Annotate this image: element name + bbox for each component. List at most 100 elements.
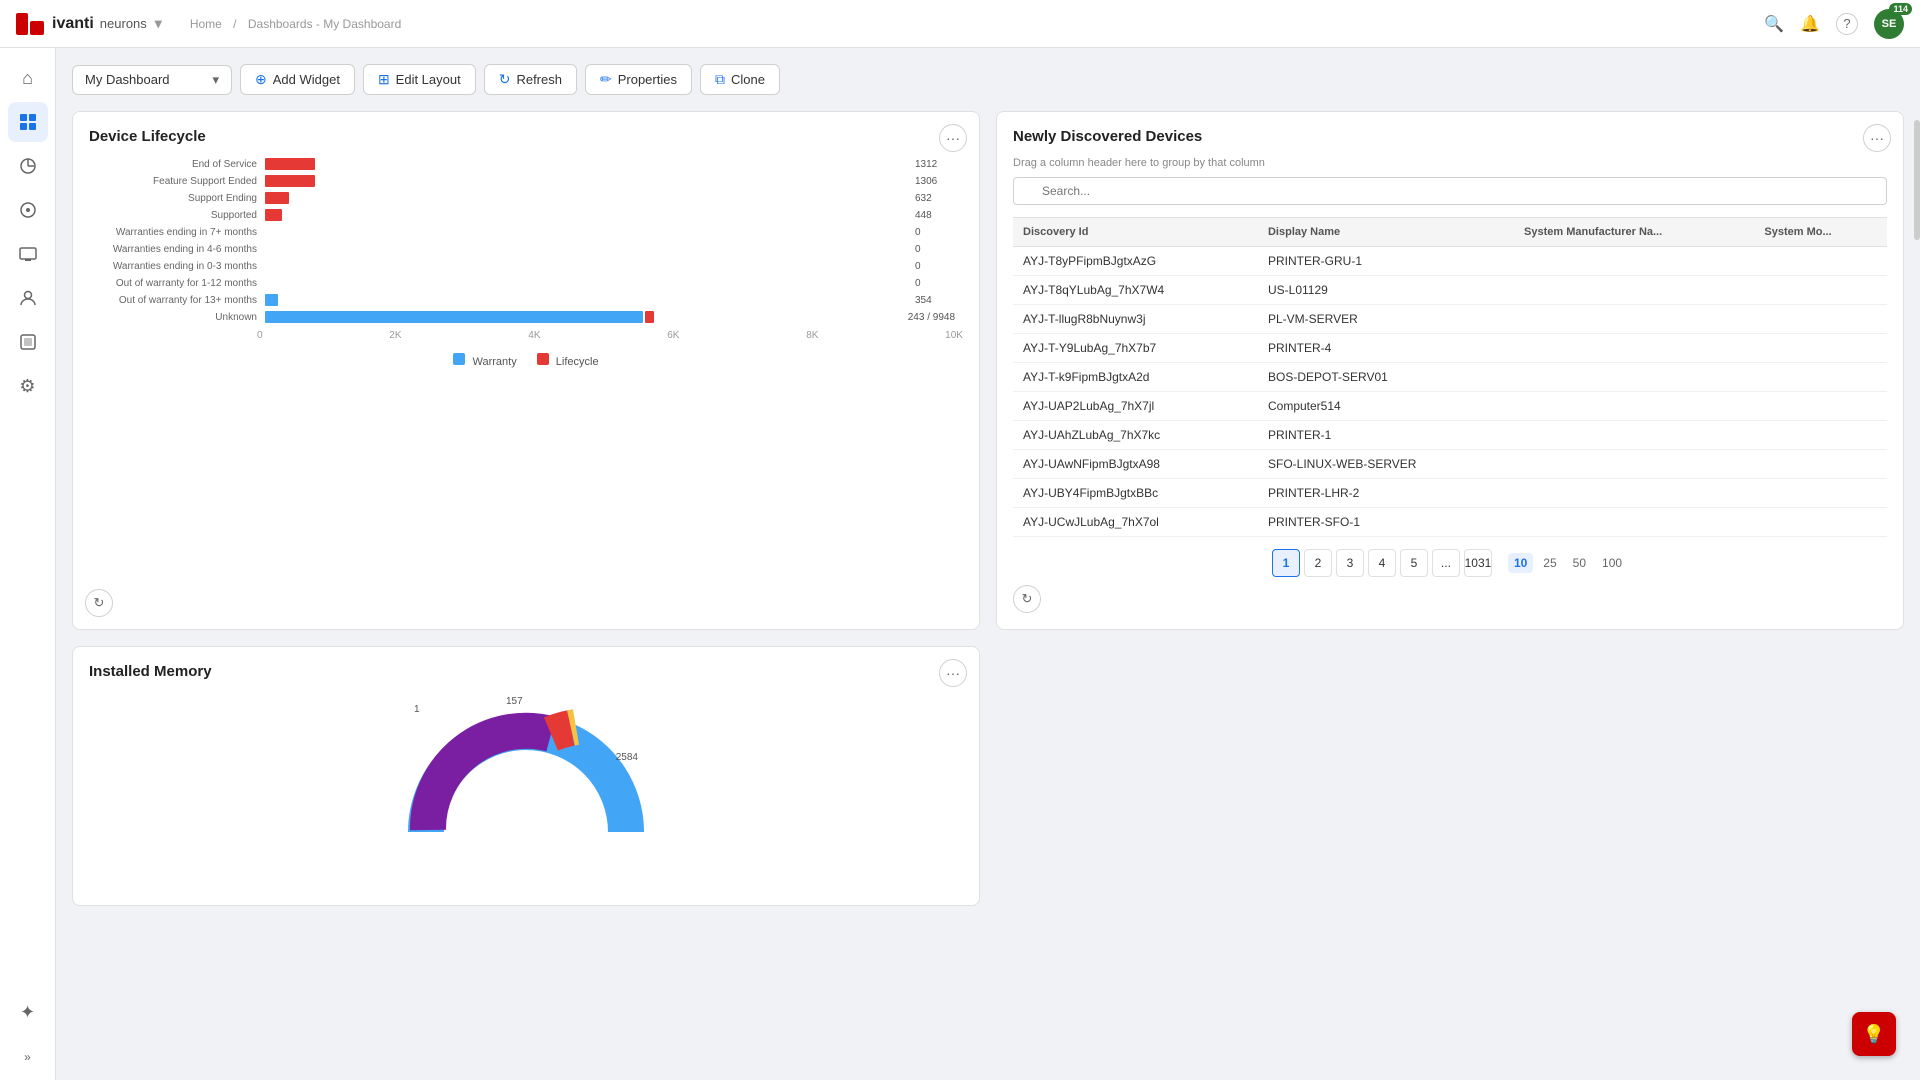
table-row[interactable]: AYJ-T8yPFipmBJgtxAzGPRINTER-GRU-1 bbox=[1013, 247, 1887, 276]
chart-row: Supported448 bbox=[97, 208, 955, 222]
sidebar-expand-button[interactable]: » bbox=[16, 1042, 39, 1072]
help-button[interactable]: 💡 bbox=[1852, 1012, 1896, 1056]
nav-right: 🔍 🔔 ? 114 SE bbox=[1764, 9, 1904, 39]
chart-row: Out of warranty for 1-12 months0 bbox=[97, 276, 955, 290]
breadcrumb-current: Dashboards - My Dashboard bbox=[248, 17, 401, 31]
page-size-buttons: 102550100 bbox=[1508, 553, 1628, 573]
help-icon[interactable]: ? bbox=[1836, 13, 1858, 35]
page-button[interactable]: 2 bbox=[1304, 549, 1332, 577]
sidebar-item-discovery[interactable] bbox=[8, 190, 48, 230]
edit-layout-button[interactable]: ⊞ Edit Layout bbox=[363, 64, 476, 95]
edit-layout-label: Edit Layout bbox=[396, 72, 461, 87]
col-sys-mfr[interactable]: System Manufacturer Na... bbox=[1514, 218, 1754, 247]
sidebar-item-settings2[interactable]: ⚙ bbox=[8, 366, 48, 406]
add-widget-label: Add Widget bbox=[273, 72, 340, 87]
sidebar-item-dashboard[interactable] bbox=[8, 102, 48, 142]
bell-icon[interactable]: 🔔 bbox=[1800, 14, 1820, 34]
chart-row: Warranties ending in 4-6 months0 bbox=[97, 242, 955, 256]
search-wrap: 🔍 bbox=[1013, 177, 1887, 205]
avatar[interactable]: 114 SE bbox=[1874, 9, 1904, 39]
main-content: My Dashboard ▾ ⊕ Add Widget ⊞ Edit Layou… bbox=[56, 48, 1920, 1080]
device-lifecycle-menu-button[interactable]: ··· bbox=[939, 124, 967, 152]
page-button[interactable]: 5 bbox=[1400, 549, 1428, 577]
breadcrumb-sep: / bbox=[233, 17, 236, 31]
col-display-name[interactable]: Display Name bbox=[1258, 218, 1514, 247]
clone-label: Clone bbox=[731, 72, 765, 87]
search-icon[interactable]: 🔍 bbox=[1764, 14, 1784, 34]
page-size-btn[interactable]: 10 bbox=[1508, 553, 1533, 573]
logo-subtext: neurons bbox=[100, 16, 147, 31]
donut-label-2584: 2584 bbox=[616, 752, 638, 763]
properties-label: Properties bbox=[618, 72, 677, 87]
legend-warranty: Warranty bbox=[453, 353, 516, 368]
device-search-input[interactable] bbox=[1013, 177, 1887, 205]
chart-row: Unknown243 / 9948 bbox=[97, 310, 955, 324]
installed-memory-title: Installed Memory bbox=[89, 663, 963, 680]
page-button[interactable]: 1031 bbox=[1464, 549, 1492, 577]
chart-row: Support Ending632 bbox=[97, 191, 955, 205]
device-lifecycle-title: Device Lifecycle bbox=[89, 128, 963, 145]
donut-chart-svg bbox=[406, 692, 646, 872]
sidebar-item-groups[interactable]: ✦ bbox=[8, 992, 48, 1032]
newly-discovered-widget: Newly Discovered Devices ··· Drag a colu… bbox=[996, 111, 1904, 630]
chart-row: Warranties ending in 7+ months0 bbox=[97, 225, 955, 239]
add-icon: ⊕ bbox=[255, 71, 267, 88]
table-row[interactable]: AYJ-UAP2LubAg_7hX7jlComputer514 bbox=[1013, 392, 1887, 421]
properties-icon: ✏ bbox=[600, 71, 612, 88]
page-button[interactable]: 1 bbox=[1272, 549, 1300, 577]
col-sys-model[interactable]: System Mo... bbox=[1754, 218, 1887, 247]
notification-count: 114 bbox=[1889, 3, 1912, 15]
page-size-btn[interactable]: 100 bbox=[1596, 553, 1628, 573]
scrollbar[interactable] bbox=[1914, 120, 1920, 240]
table-row[interactable]: AYJ-UCwJLubAg_7hX7olPRINTER-SFO-1 bbox=[1013, 508, 1887, 537]
page-size-btn[interactable]: 25 bbox=[1537, 553, 1562, 573]
sidebar-item-users[interactable] bbox=[8, 278, 48, 318]
table-row[interactable]: AYJ-UBY4FipmBJgtxBBcPRINTER-LHR-2 bbox=[1013, 479, 1887, 508]
refresh-icon: ↻ bbox=[499, 71, 511, 88]
lifecycle-legend-dot bbox=[537, 353, 549, 365]
device-lifecycle-widget: Device Lifecycle ··· End of Service1312F… bbox=[72, 111, 980, 630]
chart-row: Out of warranty for 13+ months354 bbox=[97, 293, 955, 307]
clone-button[interactable]: ⧉ Clone bbox=[700, 64, 780, 95]
pagination: 12345...1031 102550100 bbox=[1013, 549, 1887, 577]
sidebar-item-home[interactable]: ⌂ bbox=[8, 58, 48, 98]
table-row[interactable]: AYJ-T-Y9LubAg_7hX7b7PRINTER-4 bbox=[1013, 334, 1887, 363]
refresh-label: Refresh bbox=[516, 72, 562, 87]
donut-label-157: 157 bbox=[506, 696, 523, 707]
newly-discovered-menu-button[interactable]: ··· bbox=[1863, 124, 1891, 152]
sidebar-item-reports[interactable] bbox=[8, 146, 48, 186]
col-discovery-id[interactable]: Discovery Id bbox=[1013, 218, 1258, 247]
sidebar: ⌂ ⚙ ✦ » bbox=[0, 48, 56, 1080]
sidebar-item-hardware[interactable] bbox=[8, 322, 48, 362]
newly-discovered-title: Newly Discovered Devices bbox=[1013, 128, 1887, 145]
legend-lifecycle: Lifecycle bbox=[537, 353, 599, 368]
table-header-row: Discovery Id Display Name System Manufac… bbox=[1013, 218, 1887, 247]
page-button[interactable]: 4 bbox=[1368, 549, 1396, 577]
properties-button[interactable]: ✏ Properties bbox=[585, 64, 692, 95]
page-size-btn[interactable]: 50 bbox=[1567, 553, 1592, 573]
sidebar-item-devices[interactable] bbox=[8, 234, 48, 274]
table-row[interactable]: AYJ-T-k9FipmBJgtxA2dBOS-DEPOT-SERV01 bbox=[1013, 363, 1887, 392]
dashboard-selector[interactable]: My Dashboard ▾ bbox=[72, 65, 232, 95]
table-row[interactable]: AYJ-T8qYLubAg_7hX7W4US-L01129 bbox=[1013, 276, 1887, 305]
dashboard-grid: Device Lifecycle ··· End of Service1312F… bbox=[72, 111, 1904, 906]
dashboard-name: My Dashboard bbox=[85, 72, 170, 87]
add-widget-button[interactable]: ⊕ Add Widget bbox=[240, 64, 355, 95]
refresh-button[interactable]: ↻ Refresh bbox=[484, 64, 577, 95]
donut-chart-container: 1 157 2584 bbox=[89, 692, 963, 852]
table-row[interactable]: AYJ-UAwNFipmBJgtxA98SFO-LINUX-WEB-SERVER bbox=[1013, 450, 1887, 479]
page-button[interactable]: ... bbox=[1432, 549, 1460, 577]
installed-memory-menu-button[interactable]: ··· bbox=[939, 659, 967, 687]
lifecycle-refresh-button[interactable]: ↻ bbox=[85, 589, 113, 617]
page-button[interactable]: 3 bbox=[1336, 549, 1364, 577]
ndd-refresh-button[interactable]: ↻ bbox=[1013, 585, 1041, 613]
table-row[interactable]: AYJ-T-llugR8bNuynw3jPL-VM-SERVER bbox=[1013, 305, 1887, 334]
chart-xaxis: 0 2K 4K 6K 8K 10K bbox=[257, 330, 963, 341]
ndd-subtitle: Drag a column header here to group by th… bbox=[1013, 157, 1887, 169]
logo-text: ivanti bbox=[52, 15, 94, 33]
help-icon-symbol: 💡 bbox=[1863, 1024, 1885, 1045]
chart-row: End of Service1312 bbox=[97, 157, 955, 171]
lifecycle-chart: End of Service1312Feature Support Ended1… bbox=[89, 157, 963, 324]
table-row[interactable]: AYJ-UAhZLubAg_7hX7kcPRINTER-1 bbox=[1013, 421, 1887, 450]
breadcrumb-home[interactable]: Home bbox=[190, 17, 222, 31]
